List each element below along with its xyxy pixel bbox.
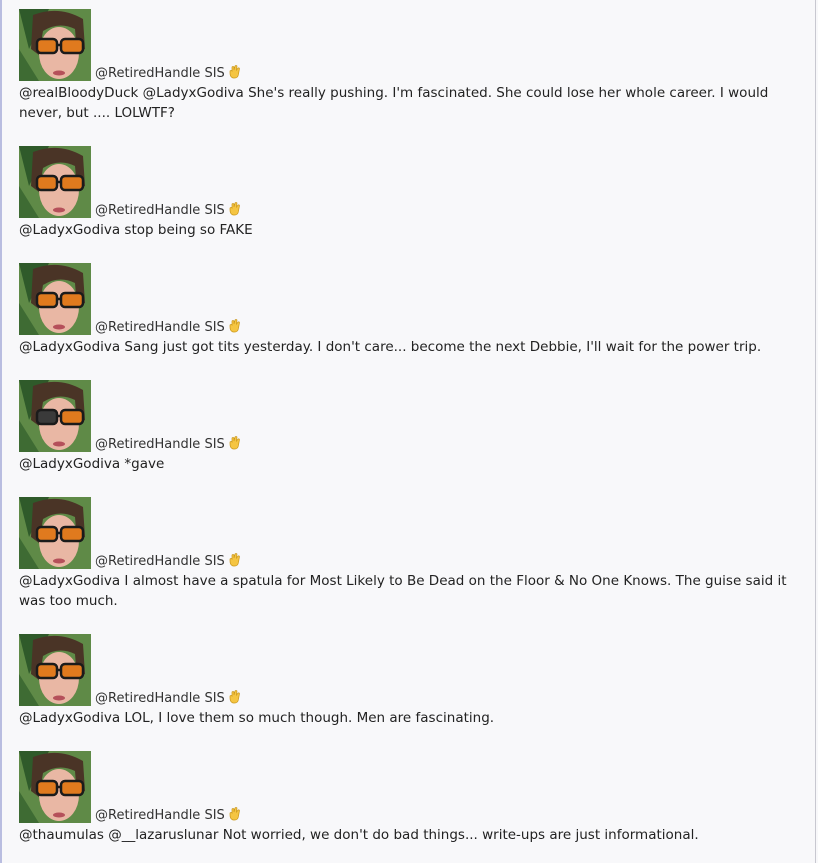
author-line: @RetiredHandle SIS (95, 319, 242, 336)
raised-hand-icon (228, 202, 242, 216)
post-text: @LadyxGodiva LOL, I love them so much th… (19, 710, 495, 726)
raised-hand-icon (228, 319, 242, 333)
author-line: @RetiredHandle SIS (95, 65, 242, 82)
post-header: @RetiredHandle SIS (19, 497, 809, 570)
avatar[interactable] (19, 380, 91, 452)
post-text: @realBloodyDuck @LadyxGodiva She's reall… (19, 85, 769, 121)
post-header: @RetiredHandle SIS (19, 9, 809, 82)
post-item: @RetiredHandle SIS @realBloodyDuck @Lady… (19, 9, 809, 123)
author-handle[interactable]: @RetiredHandle SIS (95, 203, 225, 218)
post-item: @RetiredHandle SIS @LadyxGodiva Sang jus… (19, 263, 809, 357)
author-handle[interactable]: @RetiredHandle SIS (95, 808, 225, 823)
author-line: @RetiredHandle SIS (95, 553, 242, 570)
post-item: @RetiredHandle SIS @thaumulas @__lazarus… (19, 751, 809, 845)
post-header: @RetiredHandle SIS (19, 380, 809, 453)
avatar[interactable] (19, 497, 91, 569)
author-line: @RetiredHandle SIS (95, 202, 242, 219)
post-item: @RetiredHandle SIS @LadyxGodiva *gave (19, 380, 809, 474)
post-header: @RetiredHandle SIS (19, 634, 809, 707)
post-header: @RetiredHandle SIS (19, 751, 809, 824)
raised-hand-icon (228, 807, 242, 821)
left-border (0, 0, 2, 863)
raised-hand-icon (228, 436, 242, 450)
author-handle[interactable]: @RetiredHandle SIS (95, 66, 225, 81)
avatar[interactable] (19, 634, 91, 706)
post-text: @LadyxGodiva stop being so FAKE (19, 222, 253, 238)
author-handle[interactable]: @RetiredHandle SIS (95, 437, 225, 452)
post-text: @thaumulas @__lazaruslunar Not worried, … (19, 827, 699, 843)
post-item: @RetiredHandle SIS @LadyxGodiva stop bei… (19, 146, 809, 240)
post-text: @LadyxGodiva Sang just got tits yesterda… (19, 339, 762, 355)
avatar[interactable] (19, 9, 91, 81)
post-item: @RetiredHandle SIS @LadyxGodiva I almost… (19, 497, 809, 611)
post-item: @RetiredHandle SIS @LadyxGodiva LOL, I l… (19, 634, 809, 728)
author-line: @RetiredHandle SIS (95, 690, 242, 707)
raised-hand-icon (228, 690, 242, 704)
post-header: @RetiredHandle SIS (19, 263, 809, 336)
author-handle[interactable]: @RetiredHandle SIS (95, 691, 225, 706)
avatar[interactable] (19, 146, 91, 218)
post-text: @LadyxGodiva I almost have a spatula for… (19, 573, 787, 609)
author-handle[interactable]: @RetiredHandle SIS (95, 320, 225, 335)
scrollbar-edge (815, 0, 816, 863)
author-line: @RetiredHandle SIS (95, 807, 242, 824)
avatar[interactable] (19, 751, 91, 823)
author-handle[interactable]: @RetiredHandle SIS (95, 554, 225, 569)
avatar[interactable] (19, 263, 91, 335)
raised-hand-icon (228, 65, 242, 79)
post-text: @LadyxGodiva *gave (19, 456, 165, 472)
raised-hand-icon (228, 553, 242, 567)
author-line: @RetiredHandle SIS (95, 436, 242, 453)
post-header: @RetiredHandle SIS (19, 146, 809, 219)
